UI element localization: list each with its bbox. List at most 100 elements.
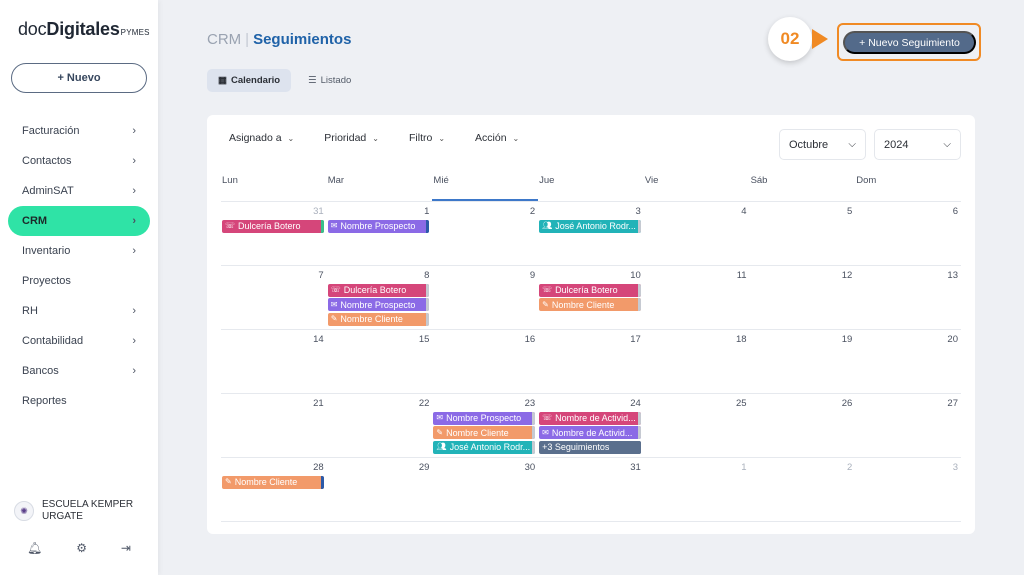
calendar-day[interactable]: 19 xyxy=(750,330,856,393)
priority-filter[interactable]: Prioridad ⌄ xyxy=(324,132,379,144)
day-number: 22 xyxy=(418,398,430,409)
calendar-day[interactable]: 22 xyxy=(327,394,433,457)
breadcrumb-root[interactable]: CRM xyxy=(207,31,241,48)
calendar-day[interactable]: 2 xyxy=(432,202,538,265)
calendar-event[interactable]: ✎ Nombre Cliente xyxy=(222,475,324,489)
chevron-right-icon: › xyxy=(132,185,136,197)
logo-digitales: Digitales xyxy=(46,19,120,39)
calendar-event[interactable]: ✉ Nombre Prospecto xyxy=(327,219,430,233)
sidebar-item-crm[interactable]: CRM › xyxy=(8,206,150,236)
sidebar-item-adminsat[interactable]: AdminSAT › xyxy=(0,176,158,206)
calendar-day[interactable]: 3 xyxy=(855,458,961,521)
logout-icon[interactable]: ⇥ xyxy=(121,541,131,555)
day-number: 30 xyxy=(524,462,536,473)
calendar-event[interactable]: ✉ Nombre Prospecto xyxy=(433,411,536,425)
calendar-event-label: Nombre Prospecto xyxy=(340,299,416,310)
calendar-day[interactable]: 7 xyxy=(221,266,327,329)
calendar-day[interactable]: 4 xyxy=(644,202,750,265)
calendar-day[interactable]: 28 ✎ Nombre Cliente xyxy=(221,458,327,521)
calendar-day[interactable]: 17 xyxy=(538,330,644,393)
calendar-day[interactable]: 15 xyxy=(327,330,433,393)
calendar-day[interactable]: 23 ✉ Nombre Prospecto ✎ Nombre Cliente 👥︎ José… xyxy=(432,394,538,457)
calendar-day[interactable]: 13 xyxy=(855,266,961,329)
calendar-day[interactable]: 27 xyxy=(855,394,961,457)
mail-icon: ✉ xyxy=(330,221,338,230)
calendar-day[interactable]: 3 👥︎ José Antonio Rodr... xyxy=(538,202,644,265)
calendar-day[interactable]: 24 ☏ Nombre de Activid... ✉ Nombre de Activi… xyxy=(538,394,644,457)
calendar-day[interactable]: 25 xyxy=(644,394,750,457)
tab-list[interactable]: ☰ Listado xyxy=(297,69,362,92)
calendar-day[interactable]: 31 xyxy=(538,458,644,521)
calendar-day[interactable]: 20 xyxy=(855,330,961,393)
calendar-event[interactable]: ✉ Nombre de Activid... xyxy=(539,426,641,439)
calendar-event[interactable]: ✎ Nombre Cliente xyxy=(327,312,430,326)
calendar-day[interactable]: 18 xyxy=(644,330,750,393)
calendar-day[interactable]: 9 xyxy=(432,266,538,329)
calendar-event[interactable]: ☏ Dulcería Botero xyxy=(327,283,430,297)
logo[interactable]: docDigitalesPYMES xyxy=(18,19,150,40)
new-button[interactable]: + Nuevo xyxy=(11,63,147,93)
day-number: 27 xyxy=(947,398,958,409)
calendar-day[interactable]: 10 ☏ Dulcería Botero ✎ Nombre Cliente xyxy=(538,266,644,329)
sidebar-item-inventario[interactable]: Inventario › xyxy=(0,236,158,266)
weekday-label: Sáb xyxy=(750,175,768,186)
company-switcher[interactable]: ✺ ESCUELA KEMPER URGATE xyxy=(14,499,133,523)
month-select[interactable]: Octubre ⌵ xyxy=(779,129,866,160)
sidebar-item-proyectos[interactable]: Proyectos xyxy=(0,266,158,296)
calendar-event-label: Dulcería Botero xyxy=(238,221,301,231)
calendar-day[interactable]: 29 xyxy=(327,458,433,521)
calendar-day[interactable]: 1 ✉ Nombre Prospecto xyxy=(327,202,433,265)
calendar-day[interactable]: 11 xyxy=(644,266,750,329)
sidebar-item-bancos[interactable]: Bancos › xyxy=(0,356,158,386)
day-number: 19 xyxy=(841,334,853,345)
mail-icon: ✉ xyxy=(436,413,444,422)
calendar-day[interactable]: 2 xyxy=(750,458,856,521)
sidebar-item-contabilidad[interactable]: Contabilidad › xyxy=(0,326,158,356)
general-filter-label: Filtro xyxy=(408,132,433,144)
day-number: 11 xyxy=(736,270,747,281)
day-number: 25 xyxy=(735,398,747,409)
calendar-day[interactable]: 26 xyxy=(750,394,856,457)
calendar-event[interactable]: 👥︎ José Antonio Rodr... xyxy=(539,219,641,233)
sidebar-item-reportes[interactable]: Reportes xyxy=(0,386,158,416)
calendar-day[interactable]: 5 xyxy=(750,202,856,265)
day-number: 16 xyxy=(524,334,536,345)
calendar-event-label: José Antonio Rodr... xyxy=(555,221,636,231)
calendar-event[interactable]: ☏ Dulcería Botero xyxy=(222,219,324,233)
calendar-day[interactable]: 21 xyxy=(221,394,327,457)
general-filter[interactable]: Filtro ⌄ xyxy=(409,132,445,144)
gear-icon[interactable]: ⚙ xyxy=(76,541,87,555)
calendar-event[interactable]: ✎ Nombre Cliente xyxy=(433,426,536,439)
new-followup-button[interactable]: + Nuevo Seguimiento xyxy=(843,31,976,54)
sidebar-item-facturacion[interactable]: Facturación › xyxy=(0,116,158,146)
assigned-filter[interactable]: Asignado a ⌄ xyxy=(229,132,294,144)
calendar-event[interactable]: ☏ Dulcería Botero xyxy=(539,283,641,297)
calendar-day[interactable]: 8 ☏ Dulcería Botero ✉ Nombre Prospecto ✎ Nombr… xyxy=(327,266,433,329)
action-filter[interactable]: Acción ⌄ xyxy=(475,132,519,144)
calendar-day[interactable]: 16 xyxy=(432,330,538,393)
weekday-label: Vie xyxy=(644,175,659,186)
calendar-event-label: Nombre Cliente xyxy=(446,427,509,438)
calendar-event[interactable]: ✉ Nombre Prospecto xyxy=(327,298,430,311)
calendar-day[interactable]: 12 xyxy=(750,266,856,329)
sidebar-nav: Facturación › Contactos › AdminSAT › CRM › Inven… xyxy=(0,116,158,416)
calendar-event[interactable]: 👥︎ José Antonio Rodr... xyxy=(433,440,536,454)
tab-calendar[interactable]: ▦ Calendario xyxy=(207,69,292,92)
bell-icon[interactable]: 🔔︎ xyxy=(27,541,42,555)
sidebar-item-contactos[interactable]: Contactos › xyxy=(0,146,158,176)
priority-filter-label: Prioridad xyxy=(324,132,367,144)
pointer-arrow-icon xyxy=(812,29,828,49)
day-number: 2 xyxy=(529,206,536,217)
calendar-day[interactable]: 6 xyxy=(855,202,961,265)
calendar-day[interactable]: 30 xyxy=(432,458,538,521)
year-select[interactable]: 2024 ⌵ xyxy=(874,129,961,160)
calendar-event[interactable]: +3 Seguimientos xyxy=(539,440,641,454)
calendar-day[interactable]: 1 xyxy=(644,458,750,521)
calendar-day[interactable]: 31 ☏ Dulcería Botero xyxy=(221,202,327,265)
sidebar-item-rh[interactable]: RH › xyxy=(0,296,158,326)
day-number: 15 xyxy=(418,334,430,345)
calendar-event[interactable]: ✎ Nombre Cliente xyxy=(539,298,641,311)
list-icon: ☰ xyxy=(308,75,317,86)
calendar-day[interactable]: 14 xyxy=(221,330,327,393)
calendar-event[interactable]: ☏ Nombre de Activid... xyxy=(539,411,641,425)
